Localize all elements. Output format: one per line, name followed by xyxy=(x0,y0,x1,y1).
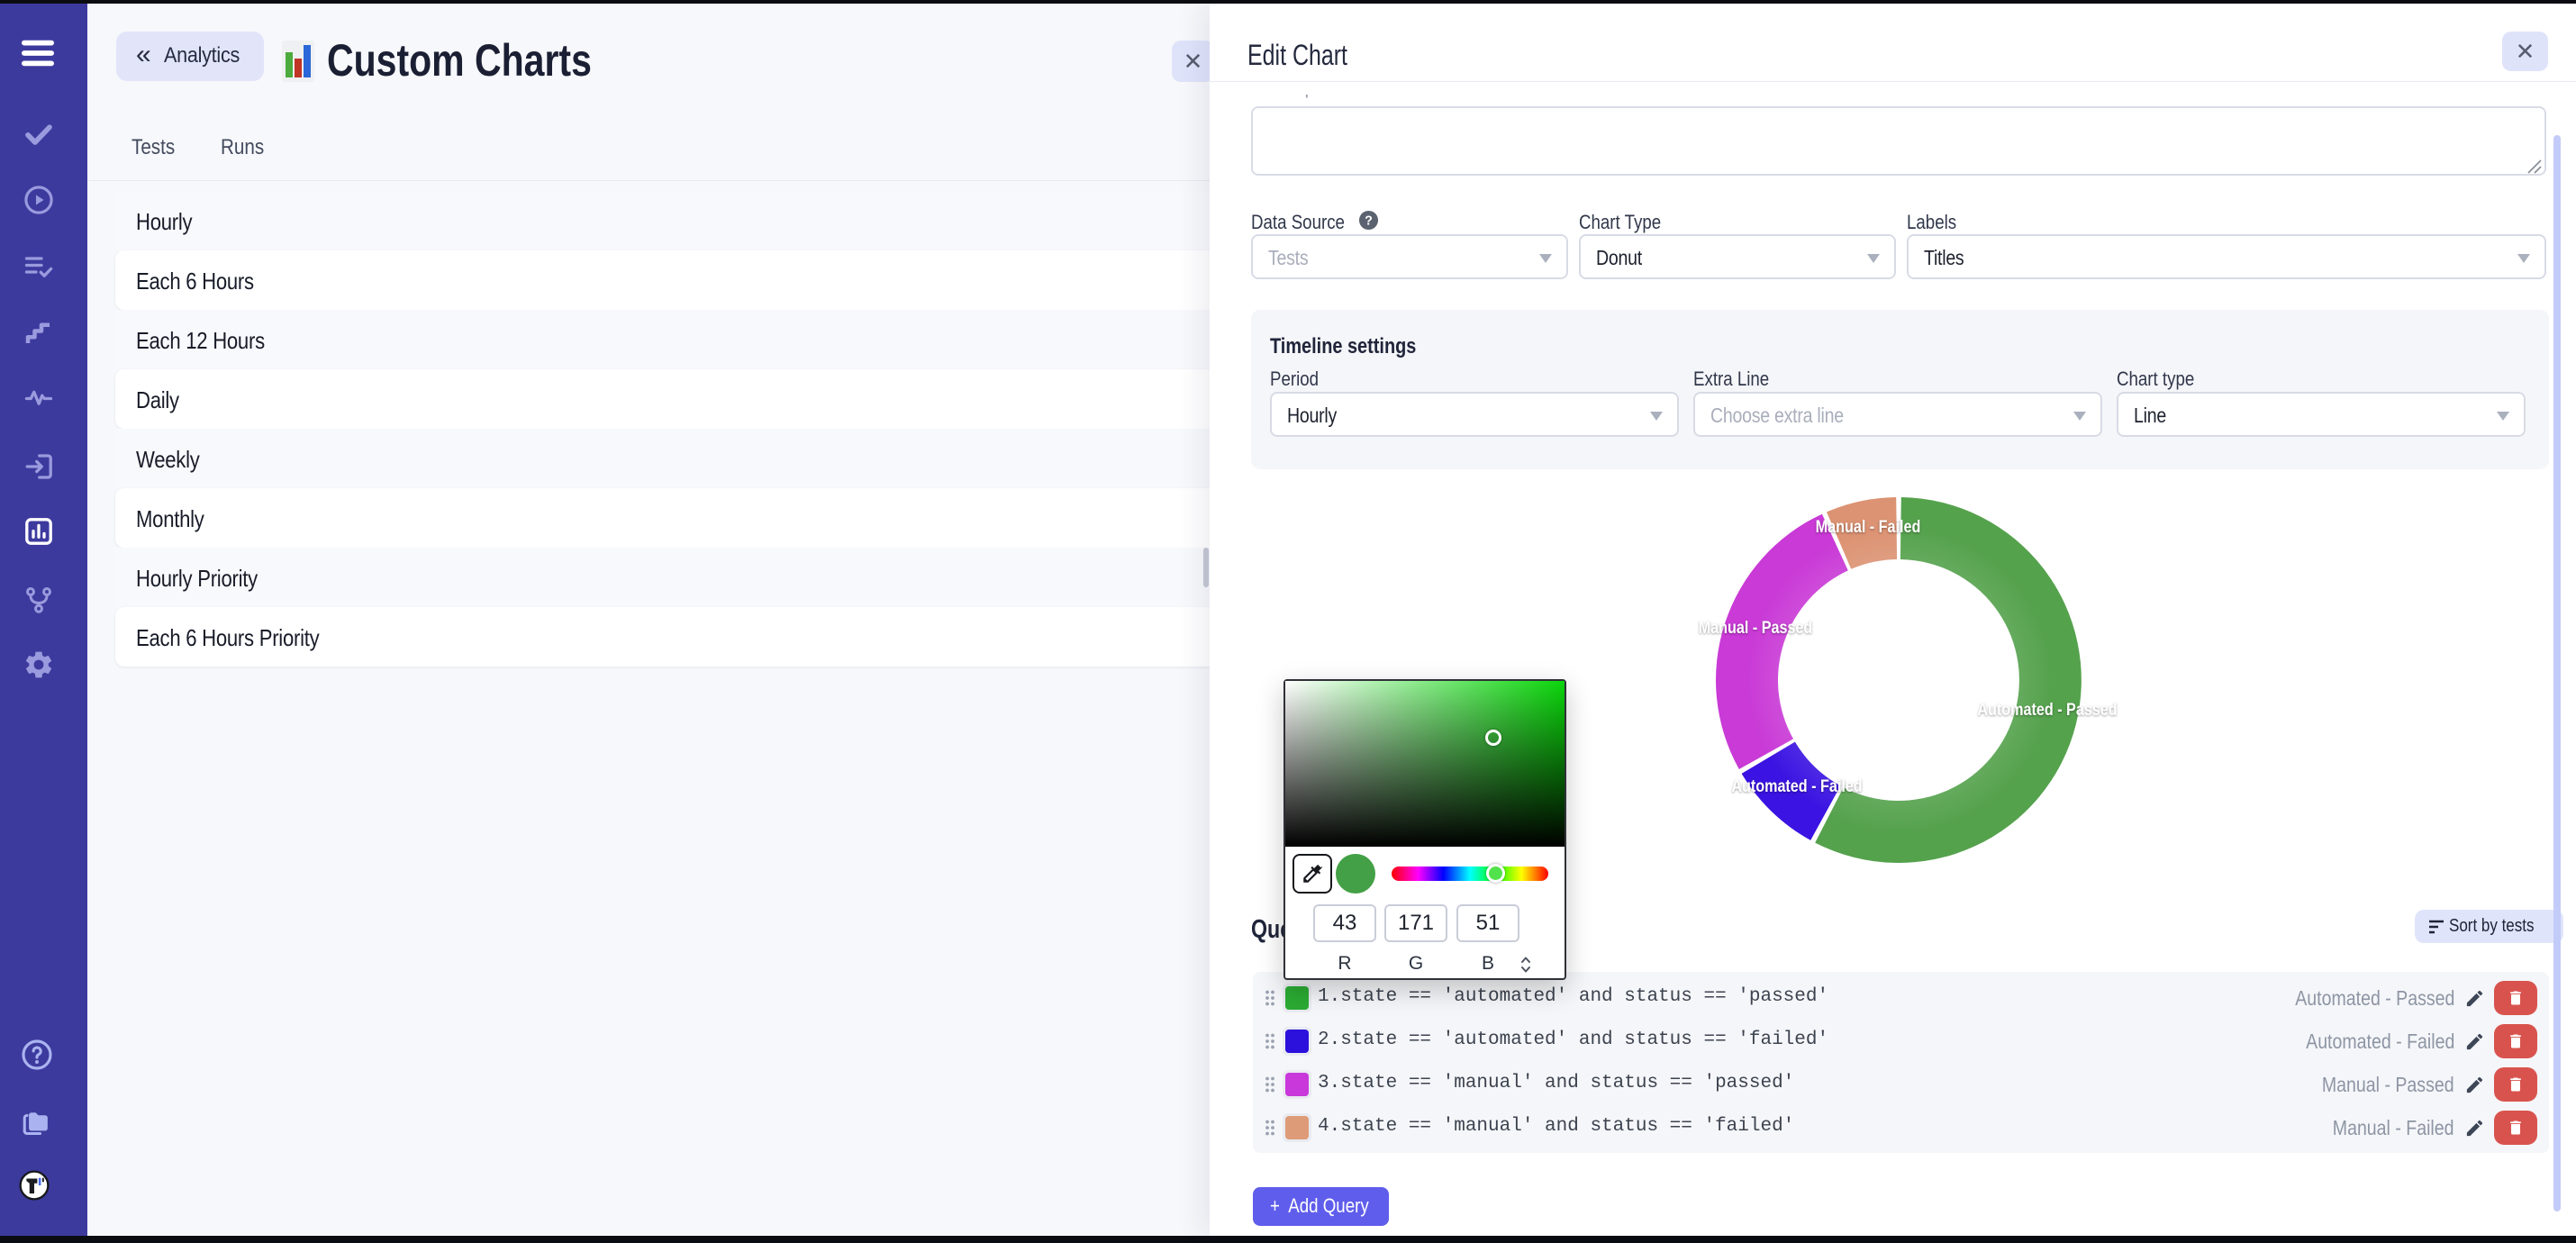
svg-text:?: ? xyxy=(1365,213,1373,228)
